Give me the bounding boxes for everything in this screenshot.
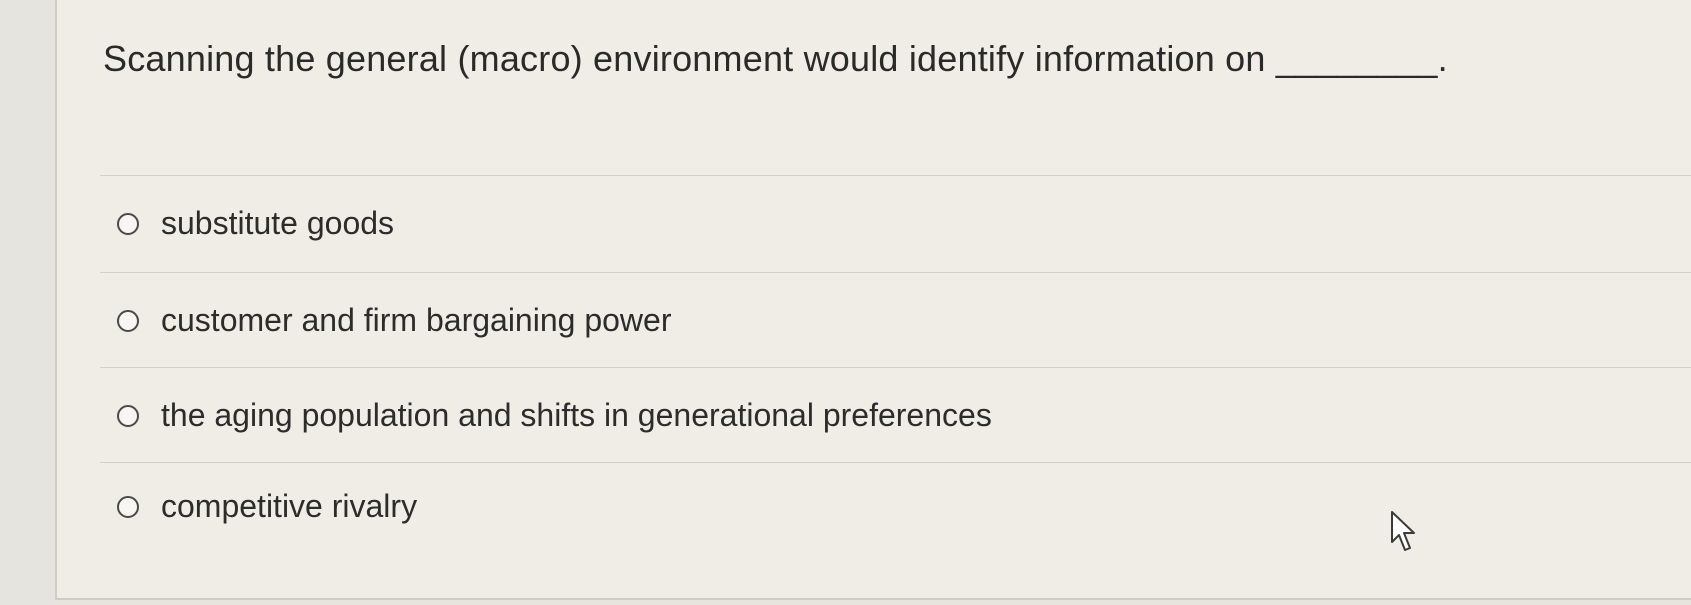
option-label: substitute goods [161, 205, 395, 241]
option-aging-population[interactable]: the aging population and shifts in gener… [117, 397, 992, 434]
option-competitive-rivalry[interactable]: competitive rivalry [117, 488, 417, 525]
option-label: the aging population and shifts in gener… [161, 397, 992, 433]
radio-button-icon[interactable] [117, 404, 139, 427]
question-text: Scanning the general (macro) environment… [103, 38, 1448, 79]
option-bargaining-power[interactable]: customer and firm bargaining power [117, 302, 671, 339]
radio-button-icon[interactable] [117, 212, 139, 235]
option-substitute-goods[interactable]: substitute goods [117, 205, 394, 242]
mouse-pointer-icon [1391, 511, 1415, 551]
radio-button-icon[interactable] [117, 309, 139, 332]
radio-button-icon[interactable] [117, 495, 139, 518]
divider [100, 175, 1691, 176]
divider [100, 272, 1691, 273]
option-label: competitive rivalry [161, 488, 418, 524]
divider [100, 462, 1691, 463]
divider [100, 367, 1691, 368]
option-label: customer and firm bargaining power [161, 302, 672, 338]
